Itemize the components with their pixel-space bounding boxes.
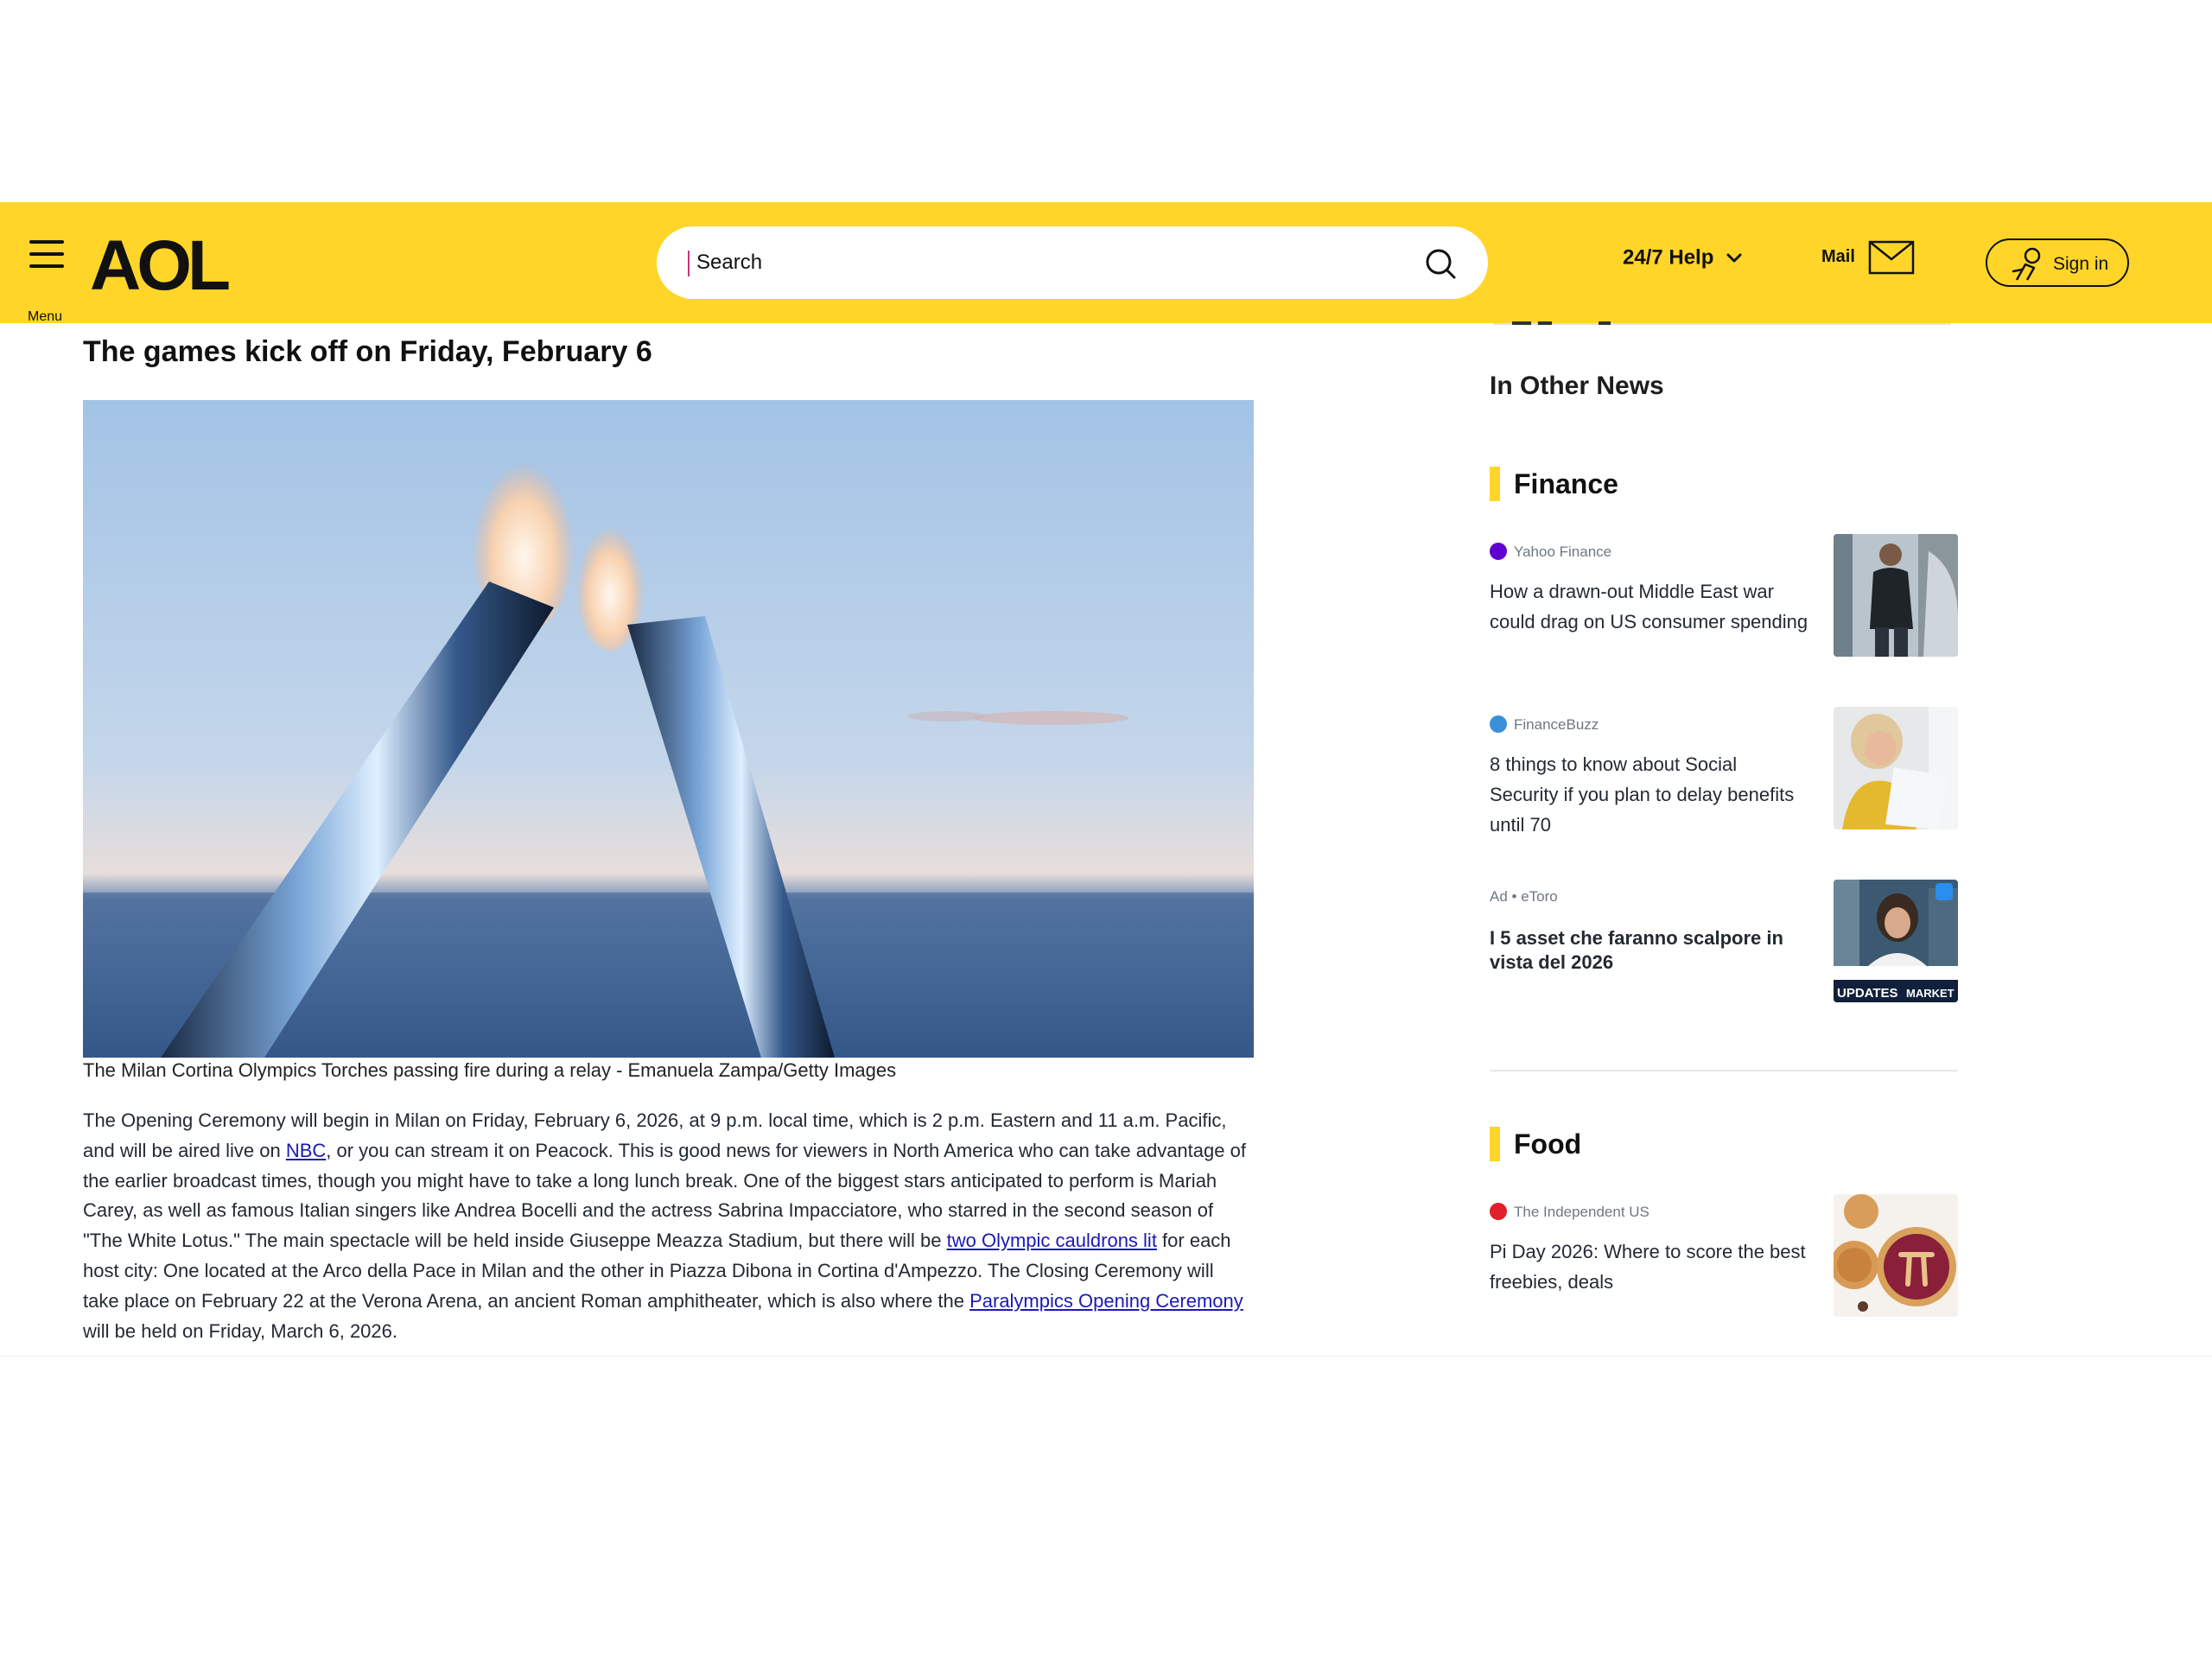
section-accent-bar bbox=[1490, 467, 1500, 501]
text-cursor bbox=[688, 251, 690, 276]
woman-reading-photo bbox=[1834, 707, 1958, 830]
help-dropdown[interactable]: 24/7 Help bbox=[1623, 245, 1742, 270]
photo-caption: The Milan Cortina Olympics Torches passi… bbox=[83, 1059, 897, 1081]
section-accent-bar bbox=[1490, 1127, 1500, 1161]
sign-in-label: Sign in bbox=[2053, 254, 2109, 274]
in-other-news-heading: In Other News bbox=[1490, 372, 1664, 400]
section-label: Food bbox=[1514, 1128, 1582, 1160]
sign-in-button[interactable]: Sign in bbox=[1986, 238, 2129, 287]
source-label: FinanceBuzz bbox=[1490, 715, 1599, 734]
source-name: The Independent US bbox=[1514, 1204, 1649, 1220]
ad-headline: I 5 asset che faranno scalpore in vista … bbox=[1490, 927, 1783, 973]
olympic-cauldrons-link[interactable]: two Olympic cauldrons lit bbox=[947, 1230, 1157, 1251]
menu-label: Menu bbox=[28, 309, 63, 324]
hamburger-icon-bar bbox=[29, 252, 64, 256]
source-label: The Independent US bbox=[1490, 1203, 1649, 1221]
envelope-icon bbox=[1868, 240, 1915, 275]
news-thumbnail bbox=[1834, 1194, 1958, 1317]
menu-button[interactable]: Menu bbox=[28, 237, 67, 324]
article-paragraph: The Opening Ceremony will begin in Milan… bbox=[83, 1106, 1255, 1346]
hamburger-icon-bar bbox=[29, 264, 64, 268]
aol-logo[interactable]: AOL bbox=[90, 231, 231, 302]
ad-image-text: MARKET UP bbox=[1906, 987, 1958, 1000]
source-name: Yahoo Finance bbox=[1514, 543, 1612, 560]
page: Menu AOL 24/7 Help Mail bbox=[0, 0, 2212, 1659]
torch-relay-photo bbox=[83, 400, 1254, 1058]
hamburger-icon-bar bbox=[29, 240, 64, 244]
torch-relay-image bbox=[83, 400, 1254, 1058]
yahoo-finance-icon bbox=[1490, 543, 1507, 560]
news-thumbnail bbox=[1834, 534, 1958, 657]
news-card[interactable]: FinanceBuzz 8 things to know about Socia… bbox=[1490, 707, 1958, 838]
gas-pump-photo bbox=[1834, 534, 1958, 657]
paragraph-text: will be held on Friday, March 6, 2026. bbox=[83, 1319, 397, 1342]
news-card[interactable]: Yahoo Finance How a drawn-out Middle Eas… bbox=[1490, 534, 1958, 665]
sponsored-card[interactable]: Ad • eToro I 5 asset che faranno scalpor… bbox=[1490, 880, 1958, 1011]
source-name: FinanceBuzz bbox=[1514, 716, 1599, 733]
search-box[interactable] bbox=[657, 226, 1488, 299]
ad-label: Ad • eToro bbox=[1490, 888, 1558, 905]
news-card[interactable]: The Independent US Pi Day 2026: Where to… bbox=[1490, 1194, 1958, 1325]
paralympics-ceremony-link[interactable]: Paralympics Opening Ceremony bbox=[969, 1290, 1243, 1312]
site-header: Menu AOL 24/7 Help Mail bbox=[0, 202, 2212, 324]
article-subheading: The games kick off on Friday, February 6 bbox=[83, 335, 652, 368]
source-label: Yahoo Finance bbox=[1490, 543, 1611, 561]
ad-image-text: UPDATES bbox=[1837, 986, 1898, 1001]
news-headline: 8 things to know about Social Security i… bbox=[1490, 753, 1795, 836]
search-icon[interactable] bbox=[1422, 245, 1459, 282]
financebuzz-icon bbox=[1490, 715, 1507, 733]
section-label: Finance bbox=[1514, 468, 1618, 499]
nbc-link[interactable]: NBC bbox=[286, 1140, 326, 1161]
pi-day-pies-photo bbox=[1834, 1194, 1958, 1317]
page-bottom-shadow bbox=[0, 1355, 2212, 1362]
ad-thumbnail: UPDATES MARKET UP bbox=[1834, 880, 1958, 1002]
the-independent-icon bbox=[1490, 1203, 1507, 1220]
user-icon bbox=[2012, 247, 2041, 281]
help-label: 24/7 Help bbox=[1623, 245, 1714, 270]
ad-image: UPDATES MARKET UP bbox=[1834, 880, 1958, 1002]
section-divider bbox=[1490, 1070, 1958, 1071]
partial-content-marks bbox=[1512, 321, 1611, 325]
news-headline: Pi Day 2026: Where to score the best fre… bbox=[1490, 1241, 1806, 1293]
mail-label: Mail bbox=[1821, 247, 1855, 266]
search-input[interactable] bbox=[696, 244, 1388, 282]
news-thumbnail bbox=[1834, 707, 1958, 830]
chevron-down-icon bbox=[1726, 253, 1742, 263]
news-headline: How a drawn-out Middle East war could dr… bbox=[1490, 581, 1808, 632]
